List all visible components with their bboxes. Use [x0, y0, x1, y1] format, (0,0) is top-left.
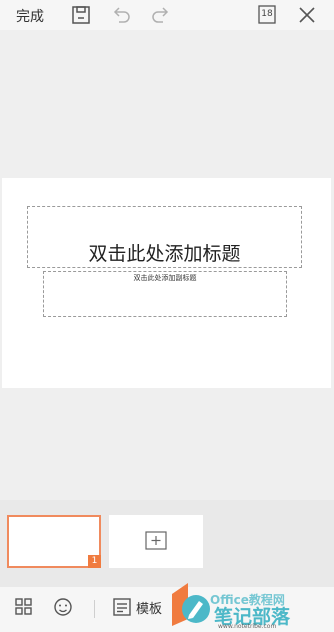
undo-icon[interactable]: [110, 4, 132, 26]
subtitle-placeholder[interactable]: 双击此处添加副标题: [43, 271, 287, 317]
watermark-logo: Office教程网 笔记部落 www.notetribe.com: [172, 583, 334, 632]
title-placeholder[interactable]: 双击此处添加标题: [27, 206, 302, 268]
slide-canvas-area[interactable]: 双击此处添加标题 双击此处添加副标题: [0, 30, 334, 500]
top-toolbar: 完成 18: [0, 0, 334, 30]
add-slide-button[interactable]: [109, 515, 203, 568]
layout-grid-icon[interactable]: [13, 596, 35, 618]
toolbar-divider: [94, 600, 95, 618]
slide-thumbnail[interactable]: 1: [7, 515, 101, 568]
redo-icon[interactable]: [150, 4, 172, 26]
subtitle-placeholder-text: 双击此处添加副标题: [133, 274, 197, 282]
page-count-icon[interactable]: 18: [256, 4, 278, 26]
page-count-label: 18: [261, 9, 273, 19]
template-button-label[interactable]: 模板: [136, 598, 162, 617]
slide-thumbnail-strip: 1: [0, 500, 334, 587]
slide-number-badge: 1: [88, 555, 101, 568]
title-placeholder-text: 双击此处添加标题: [88, 243, 241, 265]
save-icon[interactable]: [70, 4, 92, 26]
done-button[interactable]: 完成: [16, 6, 44, 26]
slide-canvas[interactable]: 双击此处添加标题 双击此处添加副标题: [2, 178, 331, 388]
watermark-logo-icon: [172, 583, 210, 626]
close-icon[interactable]: [296, 4, 318, 26]
watermark-line3: www.notetribe.com: [218, 623, 277, 630]
template-icon[interactable]: [111, 596, 133, 618]
emoji-icon[interactable]: [52, 596, 74, 618]
add-slide-icon: [145, 531, 167, 550]
